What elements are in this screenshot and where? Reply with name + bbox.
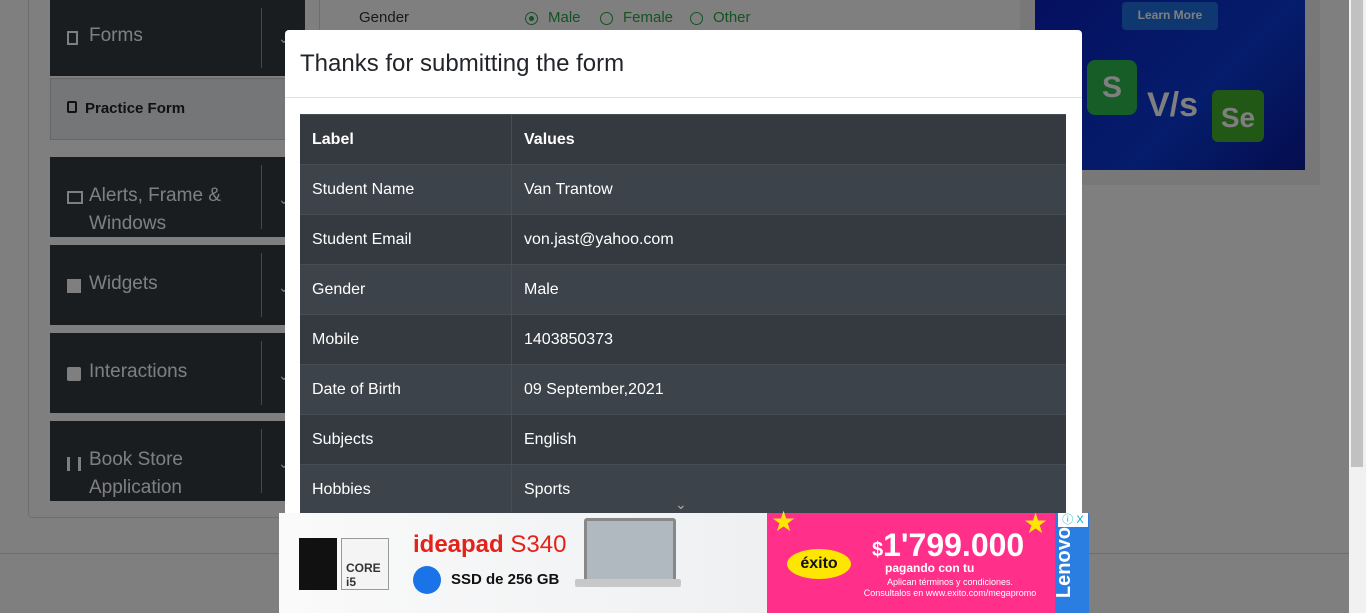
ad-storage-text: SSD de 256 GB (451, 571, 560, 588)
row-label: Student Email (300, 214, 512, 265)
table-row: Student Email von.jast@yahoo.com (300, 214, 1066, 265)
payment-note: pagando con tu (885, 561, 975, 575)
exito-logo: éxito (787, 549, 851, 579)
terms-line: Consultalos en www.exito.com/megapromo (863, 588, 1037, 598)
laptop-image (584, 518, 676, 584)
row-label: Date of Birth (300, 364, 512, 415)
row-value: von.jast@yahoo.com (511, 214, 1066, 265)
row-value: 1403850373 (511, 314, 1066, 365)
terms-text: Aplican términos y condiciones. Consultal… (855, 577, 1045, 599)
bottom-ad-banner[interactable]: CORE i5 ideapad S340 SSD de 256 GB ★ ★ é… (279, 506, 1089, 613)
ad-lenovo-section[interactable]: CORE i5 ideapad S340 SSD de 256 GB (279, 513, 767, 613)
laptop-base-image (575, 579, 681, 587)
row-value: Van Trantow (511, 164, 1066, 215)
row-label: Gender (300, 264, 512, 315)
column-header: Values (511, 114, 1066, 165)
row-value: Male (511, 264, 1066, 315)
chevron-down-icon: ⌄ (675, 496, 687, 512)
star-icon: ★ (771, 506, 797, 537)
scrollbar-thumb[interactable] (1351, 0, 1363, 467)
ad-price: $1'799.000 (872, 527, 1024, 564)
brand-model: ideapad (413, 531, 504, 558)
star-icon: ★ (1023, 508, 1049, 539)
model-suffix: S340 (510, 531, 567, 558)
table-row: Mobile 1403850373 (300, 314, 1066, 365)
terms-line: Aplican términos y condiciones. (886, 577, 1014, 587)
table-header-row: Label Values (300, 114, 1066, 165)
row-value: English (511, 414, 1066, 465)
row-label: Student Name (300, 164, 512, 215)
cpu-badge-text: CORE i5 (346, 561, 381, 589)
table-row: Gender Male (300, 264, 1066, 315)
price-prefix: $ (872, 539, 884, 561)
results-table: Label Values Student Name Van Trantow St… (300, 114, 1066, 514)
modal-title: Thanks for submitting the form (300, 50, 625, 77)
table-row: Subjects English (300, 414, 1066, 465)
iris-plus-badge (299, 538, 337, 590)
ad-exito-section[interactable]: ★ ★ éxito $1'799.000 pagando con tu Apli… (767, 506, 1055, 613)
table-row: Date of Birth 09 September,2021 (300, 364, 1066, 415)
lenovo-text: Lenovo (1053, 526, 1076, 599)
row-label: Mobile (300, 314, 512, 365)
ad-close-button[interactable]: ⓘ X (1058, 513, 1088, 527)
column-header: Label (300, 114, 512, 165)
lenovo-side-logo: Lenovo (1053, 513, 1089, 613)
ad-brand-text: ideapad S340 (413, 531, 566, 559)
divider (285, 97, 1082, 98)
table-row: Student Name Van Trantow (300, 164, 1066, 215)
row-label: Hobbies (300, 464, 512, 514)
row-value: 09 September,2021 (511, 364, 1066, 415)
price-value: 1'799.000 (883, 527, 1025, 563)
ssd-icon (413, 566, 441, 594)
intel-core-badge: CORE i5 (341, 538, 389, 590)
row-label: Subjects (300, 414, 512, 465)
